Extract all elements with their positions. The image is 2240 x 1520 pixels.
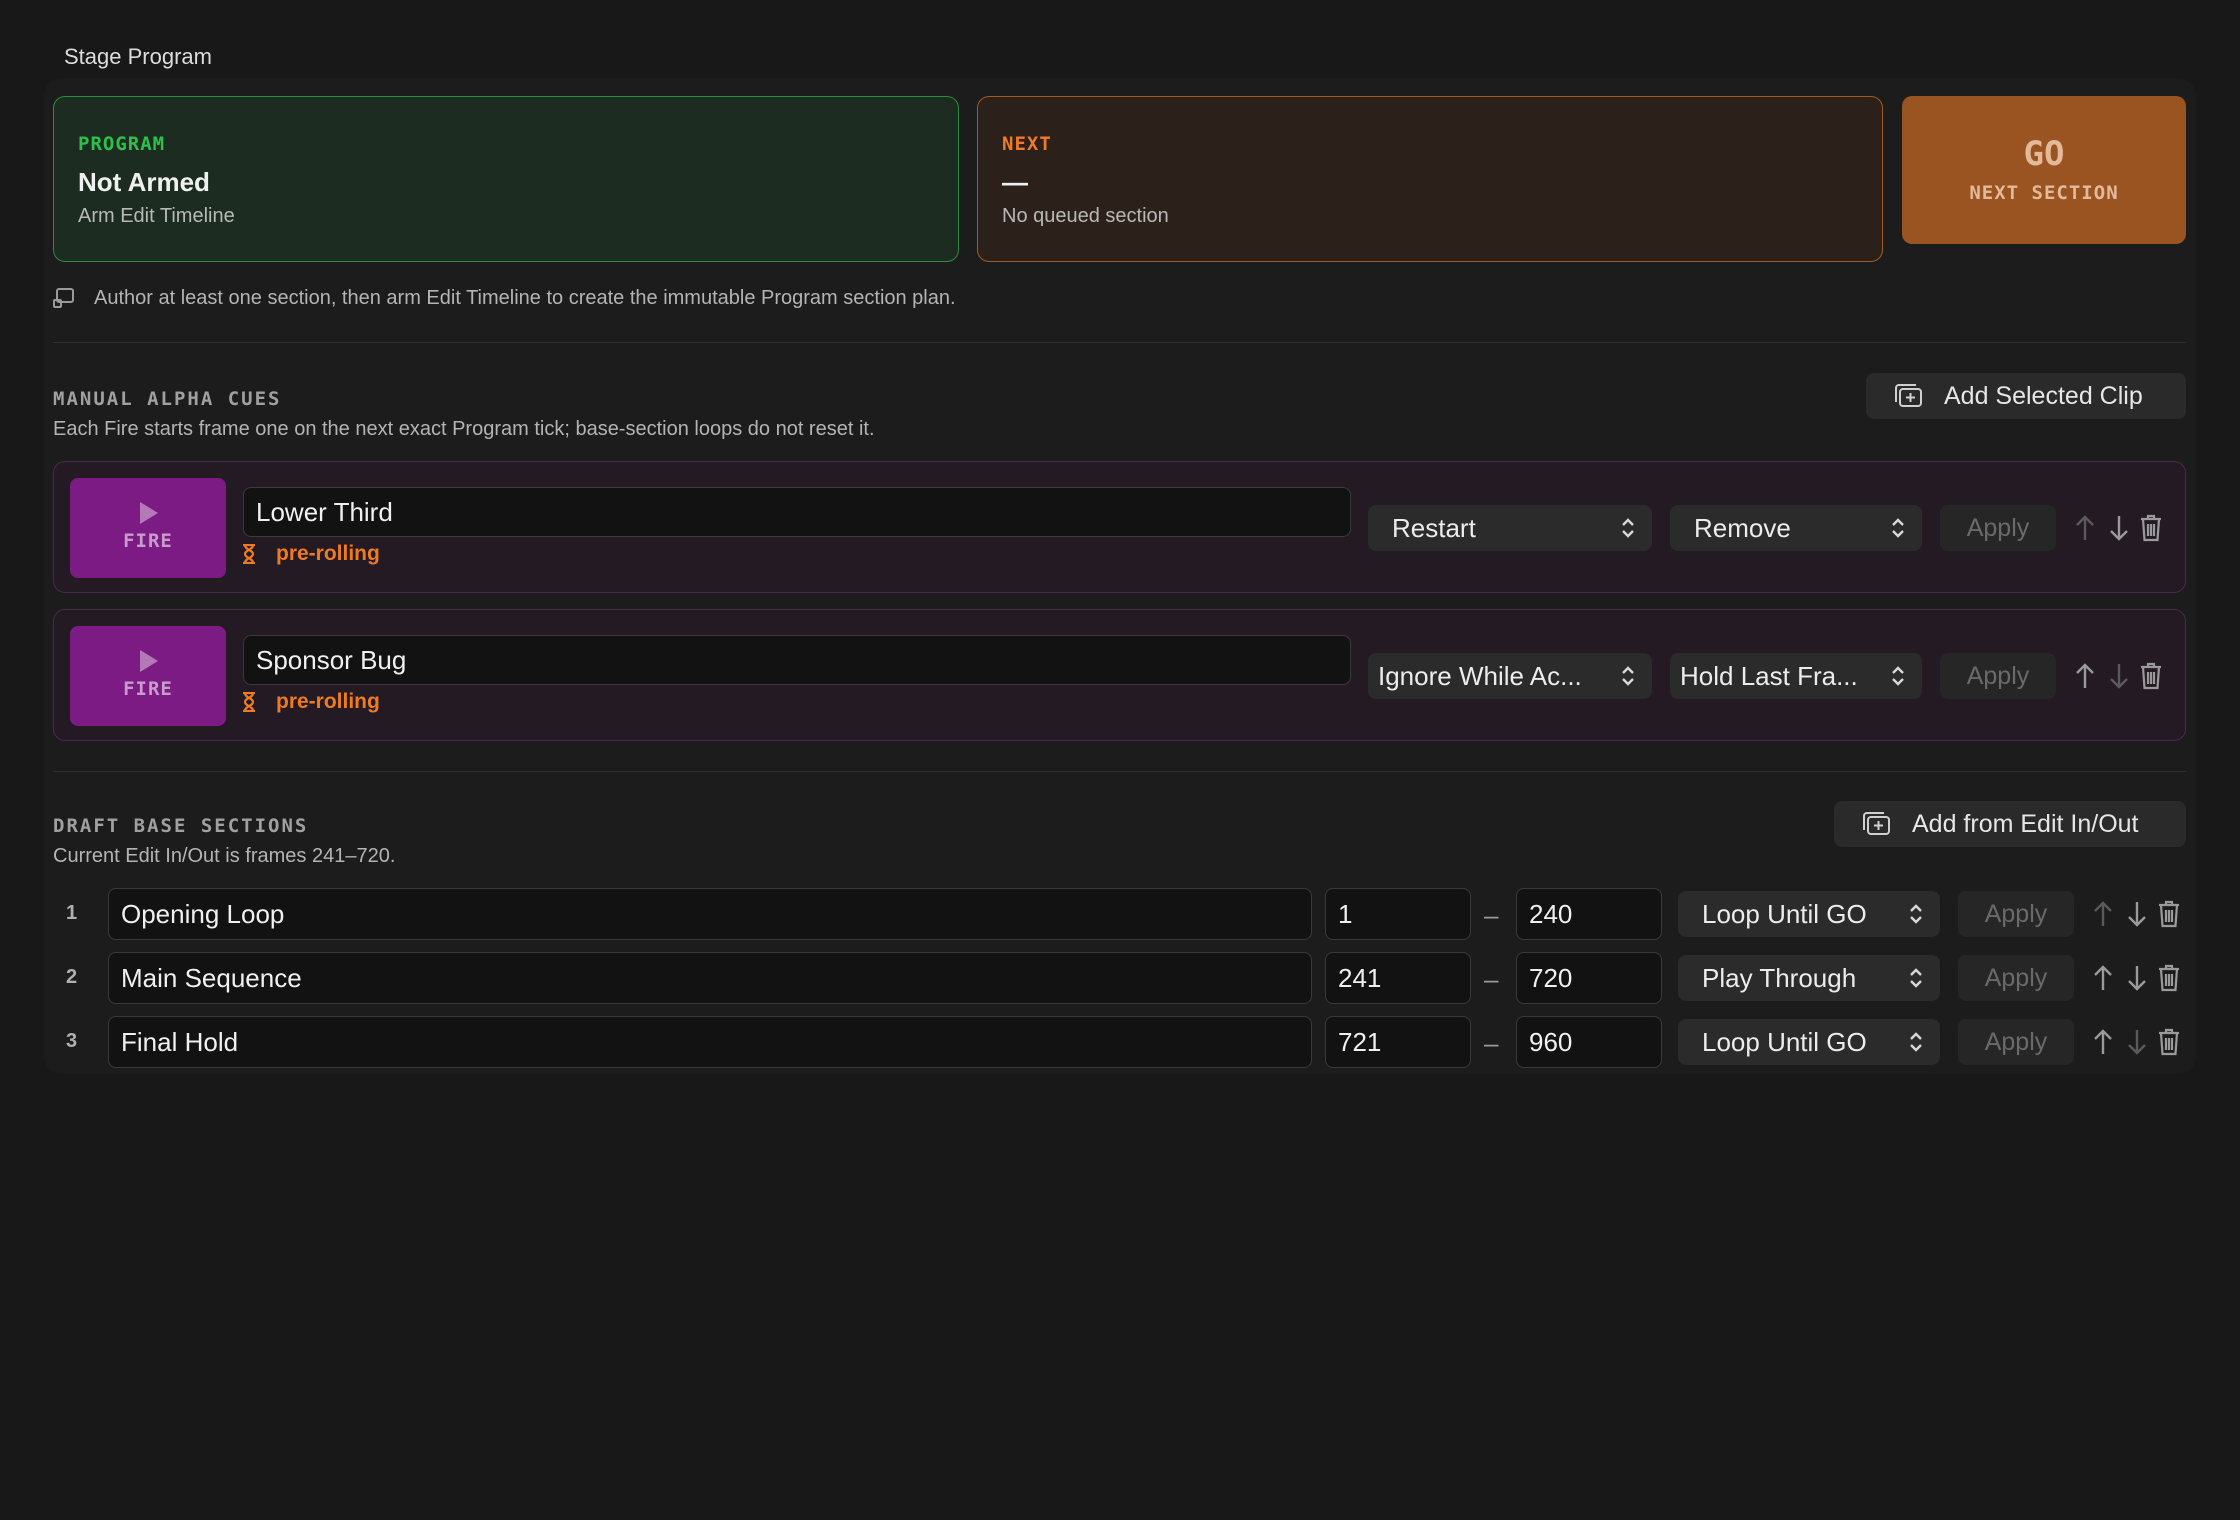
add-selected-clip-button[interactable]: Add Selected Clip (1866, 373, 2186, 419)
cue-status: pre-rolling (242, 690, 380, 714)
next-card: NEXT — No queued section (977, 96, 1883, 262)
divider (53, 342, 2186, 343)
cue-row: FIRE Lower Third pre-rolling Restart Rem… (53, 461, 2186, 593)
arrow-down-icon[interactable] (2126, 964, 2148, 992)
fire-label: FIRE (123, 678, 173, 700)
hint-row: Author at least one section, then arm Ed… (52, 286, 956, 310)
cue-row: FIRE Sponsor Bug pre-rolling Ignore Whil… (53, 609, 2186, 741)
add-from-edit-inout-label: Add from Edit In/Out (1912, 809, 2139, 838)
chevron-updown-icon (1622, 518, 1634, 538)
end-action-select[interactable]: Hold Last Fra... (1670, 653, 1922, 699)
next-subtitle: No queued section (1002, 205, 1169, 227)
section-name-input[interactable]: Main Sequence (108, 952, 1312, 1004)
range-separator: – (1484, 1028, 1499, 1058)
chevron-updown-icon (1910, 968, 1922, 988)
manual-cues-heading: MANUAL ALPHA CUES (53, 388, 282, 410)
program-subtitle: Arm Edit Timeline (78, 205, 235, 227)
section-end-input[interactable]: 720 (1516, 952, 1662, 1004)
window-title: Stage Program (64, 44, 212, 69)
retrigger-value: Restart (1392, 512, 1476, 543)
next-kicker: NEXT (1002, 133, 1052, 155)
fire-label: FIRE (123, 530, 173, 552)
range-separator: – (1484, 900, 1499, 930)
chevron-updown-icon (1892, 666, 1904, 686)
cue-status: pre-rolling (242, 542, 380, 566)
retrigger-select[interactable]: Ignore While Ac... (1368, 653, 1652, 699)
section-end-input[interactable]: 240 (1516, 888, 1662, 940)
trash-icon[interactable] (2158, 900, 2180, 928)
section-mode-value: Play Through (1702, 962, 1857, 993)
apply-button[interactable]: Apply (1940, 653, 2056, 699)
hourglass-icon (243, 692, 255, 712)
section-mode-select[interactable]: Loop Until GO (1678, 891, 1940, 937)
hourglass-icon (243, 544, 255, 564)
fire-button[interactable]: FIRE (70, 626, 226, 726)
trash-icon[interactable] (2140, 662, 2162, 690)
section-start-input[interactable]: 1 (1325, 888, 1471, 940)
end-action-value: Remove (1694, 512, 1791, 543)
program-title: Not Armed (78, 167, 210, 197)
add-from-edit-inout-button[interactable]: Add from Edit In/Out (1834, 801, 2186, 847)
arrow-up-icon[interactable] (2092, 964, 2114, 992)
section-mode-select[interactable]: Play Through (1678, 955, 1940, 1001)
cue-name-input[interactable]: Sponsor Bug (243, 635, 1351, 685)
program-card: PROGRAM Not Armed Arm Edit Timeline (53, 96, 959, 262)
trash-icon[interactable] (2158, 1028, 2180, 1056)
section-number: 3 (66, 1030, 78, 1052)
monitor-icon (53, 288, 74, 308)
section-mode-value: Loop Until GO (1702, 1026, 1867, 1057)
arrow-down-icon[interactable] (2126, 900, 2148, 928)
chevron-updown-icon (1622, 666, 1634, 686)
hint-text: Author at least one section, then arm Ed… (94, 286, 956, 309)
trash-icon[interactable] (2158, 964, 2180, 992)
chevron-updown-icon (1910, 904, 1922, 924)
arrow-down-icon[interactable] (2126, 1028, 2148, 1056)
apply-button[interactable]: Apply (1958, 1019, 2074, 1065)
retrigger-select[interactable]: Restart (1368, 505, 1652, 551)
section-number: 1 (66, 902, 78, 924)
arrow-up-icon[interactable] (2074, 662, 2096, 690)
arrow-up-icon[interactable] (2092, 1028, 2114, 1056)
arrow-down-icon[interactable] (2108, 662, 2130, 690)
section-mode-value: Loop Until GO (1702, 898, 1867, 929)
add-clip-icon (1863, 812, 1890, 835)
apply-button[interactable]: Apply (1940, 505, 2056, 551)
draft-sections-heading: DRAFT BASE SECTIONS (53, 815, 309, 837)
manual-cues-description: Each Fire starts frame one on the next e… (53, 418, 875, 440)
program-kicker: PROGRAM (78, 133, 166, 155)
play-icon (140, 502, 158, 524)
cue-name-input[interactable]: Lower Third (243, 487, 1351, 537)
end-action-value: Hold Last Fra... (1680, 660, 1858, 691)
go-next-section-button[interactable]: GO NEXT SECTION (1902, 96, 2186, 244)
retrigger-value: Ignore While Ac... (1378, 660, 1582, 691)
section-number: 2 (66, 966, 78, 988)
arrow-down-icon[interactable] (2108, 514, 2130, 542)
section-mode-select[interactable]: Loop Until GO (1678, 1019, 1940, 1065)
fire-button[interactable]: FIRE (70, 478, 226, 578)
arrow-up-icon[interactable] (2074, 514, 2096, 542)
add-selected-clip-label: Add Selected Clip (1944, 381, 2143, 410)
divider (53, 771, 2186, 772)
next-title: — (1002, 167, 1028, 197)
section-start-input[interactable]: 241 (1325, 952, 1471, 1004)
end-action-select[interactable]: Remove (1670, 505, 1922, 551)
range-separator: – (1484, 964, 1499, 994)
cue-status-label: pre-rolling (276, 542, 380, 565)
section-start-input[interactable]: 721 (1325, 1016, 1471, 1068)
add-clip-icon (1895, 384, 1922, 407)
cue-status-label: pre-rolling (276, 690, 380, 713)
go-sublabel: NEXT SECTION (1969, 182, 2119, 204)
chevron-updown-icon (1892, 518, 1904, 538)
section-end-input[interactable]: 960 (1516, 1016, 1662, 1068)
section-name-input[interactable]: Final Hold (108, 1016, 1312, 1068)
arrow-up-icon[interactable] (2092, 900, 2114, 928)
section-name-input[interactable]: Opening Loop (108, 888, 1312, 940)
draft-sections-description: Current Edit In/Out is frames 241–720. (53, 845, 396, 867)
trash-icon[interactable] (2140, 514, 2162, 542)
apply-button[interactable]: Apply (1958, 891, 2074, 937)
go-label: GO (2023, 134, 2065, 174)
chevron-updown-icon (1910, 1032, 1922, 1052)
play-icon (140, 650, 158, 672)
apply-button[interactable]: Apply (1958, 955, 2074, 1001)
